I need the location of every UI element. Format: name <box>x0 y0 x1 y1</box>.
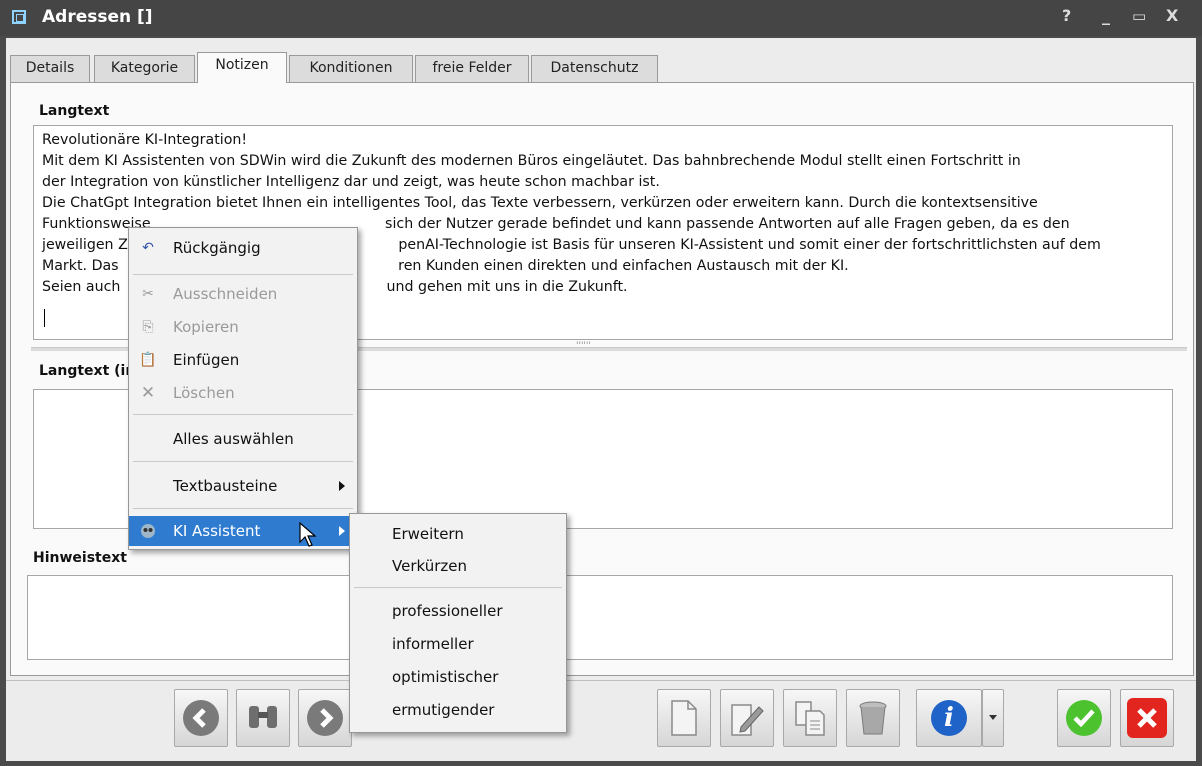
text-caret <box>44 309 45 327</box>
cancel-button[interactable] <box>1120 689 1174 747</box>
menu-separator <box>133 461 353 462</box>
menu-item-undo[interactable]: ↶ Rückgängig <box>129 233 357 263</box>
help-button[interactable]: ? <box>1062 6 1071 25</box>
menu-separator <box>133 414 353 415</box>
submenu-arrow-icon <box>339 481 345 491</box>
splitter-grip-icon[interactable]: '''''' <box>576 341 591 351</box>
tab-konditionen[interactable]: Konditionen <box>289 55 413 82</box>
edit-button[interactable] <box>720 689 774 747</box>
menu-item-cut[interactable]: ✂ Ausschneiden <box>129 279 357 309</box>
minimize-button[interactable]: _ <box>1102 6 1110 25</box>
delete-x-icon: ✕ <box>140 383 156 403</box>
menu-item-ki-assistent[interactable]: KI Assistent <box>129 516 357 546</box>
undo-icon: ↶ <box>142 240 154 256</box>
back-button[interactable] <box>174 689 228 747</box>
scissors-icon: ✂ <box>142 286 154 302</box>
maximize-button[interactable]: ▭ <box>1132 7 1146 25</box>
forward-arrow-icon <box>307 700 343 736</box>
submenu-item-optimistischer[interactable]: optimistischer <box>350 662 566 692</box>
tab-kategorie[interactable]: Kategorie <box>94 55 195 82</box>
submenu-item-erweitern[interactable]: Erweitern <box>350 519 566 549</box>
menu-item-copy[interactable]: ⎘ Kopieren <box>129 312 357 342</box>
info-button[interactable]: i <box>916 689 982 747</box>
menu-item-delete[interactable]: ✕ Löschen <box>129 378 357 408</box>
hinweistext-label: Hinweistext <box>33 550 127 566</box>
tab-freie-felder[interactable]: freie Felder <box>415 55 529 82</box>
new-button[interactable] <box>657 689 711 747</box>
menu-item-textbausteine[interactable]: Textbausteine <box>129 471 357 501</box>
paste-icon: 📋 <box>139 352 157 368</box>
binoculars-icon <box>249 706 277 728</box>
context-menu: ↶ Rückgängig ✂ Ausschneiden ⎘ Kopieren 📋… <box>128 227 358 550</box>
menu-separator <box>133 508 353 509</box>
menu-item-paste[interactable]: 📋 Einfügen <box>129 345 357 375</box>
title-bar[interactable]: Adressen [] ? _ ▭ X <box>0 0 1202 36</box>
search-button[interactable] <box>236 689 290 747</box>
forward-button[interactable] <box>298 689 352 747</box>
tab-datenschutz[interactable]: Datenschutz <box>531 55 658 82</box>
window-icon <box>12 10 26 24</box>
tab-details[interactable]: Details <box>10 55 90 82</box>
edit-pencil-icon <box>731 704 764 736</box>
copy-icon: ⎘ <box>142 319 154 335</box>
robot-icon <box>139 523 157 539</box>
close-button[interactable]: X <box>1166 6 1178 25</box>
trash-icon <box>859 701 887 735</box>
ok-check-icon <box>1066 700 1102 736</box>
back-arrow-icon <box>183 700 219 736</box>
delete-button[interactable] <box>846 689 900 747</box>
menu-item-select-all[interactable]: Alles auswählen <box>129 424 357 454</box>
hinweistext-textarea[interactable] <box>27 575 1173 660</box>
cancel-x-icon <box>1127 698 1167 738</box>
info-dropdown-button[interactable] <box>982 689 1004 747</box>
menu-separator <box>354 587 562 588</box>
window-title: Adressen [] <box>42 7 153 27</box>
langtext-secondary-label: Langtext (in <box>39 363 136 379</box>
tab-notizen[interactable]: Notizen <box>197 52 287 83</box>
copy-document-icon <box>795 701 825 736</box>
langtext-label: Langtext <box>39 103 110 119</box>
menu-separator <box>133 274 353 275</box>
mouse-cursor-icon <box>299 522 317 547</box>
submenu-item-verkuerzen[interactable]: Verkürzen <box>350 551 566 581</box>
new-document-icon <box>671 700 697 736</box>
ok-button[interactable] <box>1057 689 1111 747</box>
copy-button[interactable] <box>783 689 837 747</box>
submenu-arrow-icon <box>339 526 345 536</box>
submenu-item-informeller[interactable]: informeller <box>350 629 566 659</box>
dropdown-icon <box>989 715 997 720</box>
ki-assistent-submenu: Erweitern Verkürzen professioneller info… <box>349 513 567 733</box>
info-icon: i <box>931 700 967 736</box>
submenu-item-ermutigender[interactable]: ermutigender <box>350 695 566 725</box>
submenu-item-professioneller[interactable]: professioneller <box>350 596 566 626</box>
bottom-toolbar: i <box>6 680 1196 761</box>
